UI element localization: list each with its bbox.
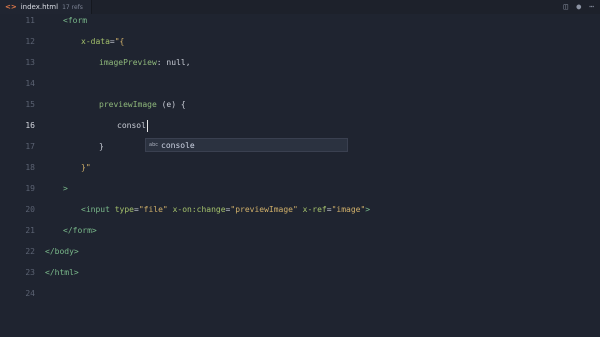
code-line[interactable]: 15 previewImage (e) { xyxy=(0,94,600,115)
line-number: 15 xyxy=(25,100,35,109)
line-code: <input type="file" x-on:change="previewI… xyxy=(81,205,371,214)
line-number: 21 xyxy=(25,226,35,235)
code-line[interactable]: 20 <input type="file" x-on:change="previe… xyxy=(0,199,600,220)
line-code: x-data="{ xyxy=(81,37,125,46)
line-number: 20 xyxy=(25,205,35,214)
code-line[interactable]: 11 <form xyxy=(0,10,600,31)
code-line[interactable]: 22 </body> xyxy=(0,241,600,262)
line-code: <form xyxy=(63,16,88,25)
code-line[interactable]: 24 xyxy=(0,283,600,304)
line-number: 14 xyxy=(25,79,35,88)
line-code: } xyxy=(99,142,104,151)
code-editor[interactable]: 11 <form 12 x-data="{13 imagePreview: null, 1… xyxy=(0,14,600,337)
line-code: </body> xyxy=(45,247,79,256)
code-line[interactable]: 12 x-data="{ xyxy=(0,31,600,52)
code-line[interactable]: 13 imagePreview: null, xyxy=(0,52,600,73)
line-code: > xyxy=(63,184,68,193)
line-code: imagePreview: null, xyxy=(99,58,191,67)
line-number: 24 xyxy=(25,289,35,298)
line-code: }" xyxy=(81,163,91,172)
line-number: 18 xyxy=(25,163,35,172)
suggestion-item[interactable]: abc console xyxy=(146,139,347,151)
line-code: previewImage (e) { xyxy=(99,100,186,109)
line-number: 17 xyxy=(25,142,35,151)
line-number: 12 xyxy=(25,37,35,46)
line-number: 23 xyxy=(25,268,35,277)
suggestion-label: console xyxy=(161,140,195,150)
line-number: 19 xyxy=(25,184,35,193)
line-number: 11 xyxy=(25,16,35,25)
code-line[interactable]: 19 > xyxy=(0,178,600,199)
code-line[interactable]: 16 consol xyxy=(0,115,600,136)
autocomplete-popup: abc console xyxy=(145,138,348,152)
line-code: consol xyxy=(117,119,148,132)
line-number: 16 xyxy=(25,121,35,130)
text-suggestion-icon: abc xyxy=(149,142,158,148)
line-code: </form> xyxy=(63,226,97,235)
code-line[interactable]: 23 </html> xyxy=(0,262,600,283)
code-line[interactable]: 21 </form> xyxy=(0,220,600,241)
line-number: 22 xyxy=(25,247,35,256)
code-line[interactable]: 14 xyxy=(0,73,600,94)
line-code: </html> xyxy=(45,268,79,277)
code-line[interactable]: 18 }" xyxy=(0,157,600,178)
line-number: 13 xyxy=(25,58,35,67)
